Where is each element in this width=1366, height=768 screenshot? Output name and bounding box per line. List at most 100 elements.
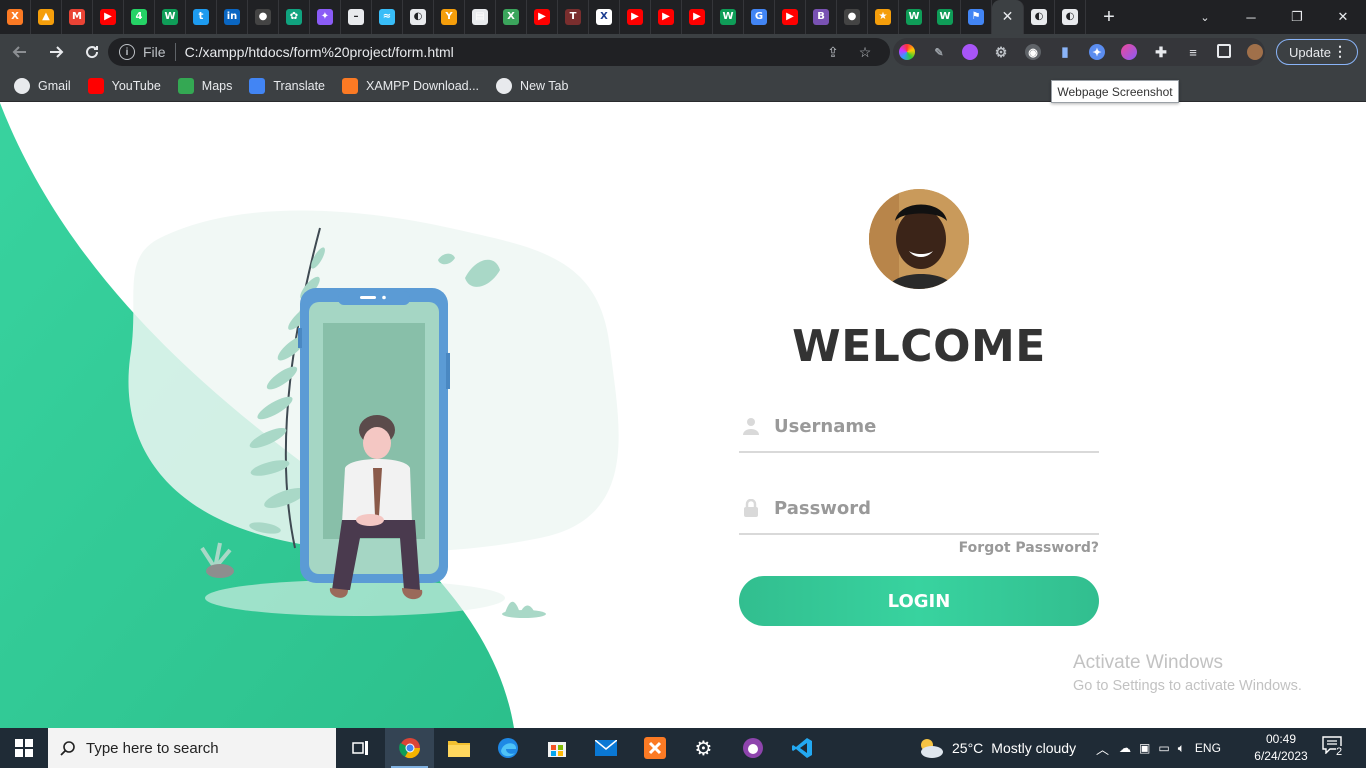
browser-tab[interactable]: X [589,0,620,34]
tab-search-chevron-icon[interactable]: ⌄ [1192,0,1218,34]
browser-tab[interactable]: 4 [124,0,155,34]
browser-tab[interactable]: ≈ [372,0,403,34]
whatsapp-icon: 4 [131,9,147,25]
webpage-screenshot-ext-icon[interactable]: ◉ [1025,44,1041,60]
shape-ext-icon[interactable] [962,44,978,60]
settings-gear-icon[interactable]: ⚙ [679,728,728,768]
browser-tab[interactable]: ★ [868,0,899,34]
browser-tab[interactable]: W [713,0,744,34]
onedrive-cloud-icon[interactable]: ☁ [1119,741,1131,755]
pen-ext-icon[interactable]: ✎ [931,44,947,60]
browser-tab[interactable]: t [186,0,217,34]
share-icon[interactable]: ⇪ [825,44,841,60]
file-explorer-icon[interactable] [434,728,483,768]
new-tab-button[interactable]: + [1092,0,1126,34]
search-icon [60,741,75,756]
browser-tab[interactable]: ✿ [279,0,310,34]
browser-tab[interactable]: ● [837,0,868,34]
side-panel-icon[interactable] [1217,44,1231,58]
notifications-icon[interactable]: 2 [1322,736,1346,760]
back-button[interactable] [4,36,36,68]
forward-button[interactable] [40,36,72,68]
taskbar-search[interactable]: Type here to search [48,728,336,768]
forgot-password-link[interactable]: Forgot Password? [959,540,1099,556]
address-bar[interactable]: i File C:/xampp/htdocs/form%20project/fo… [108,38,890,66]
profile-avatar[interactable] [1247,44,1263,60]
address-url[interactable]: C:/xampp/htdocs/form%20project/form.html [185,44,454,60]
clock[interactable]: 00:49 6/24/2023 [1252,731,1310,765]
browser-tab[interactable]: ◐ [1024,0,1055,34]
browser-tab[interactable]: ● [248,0,279,34]
browser-tab[interactable]: Y [434,0,465,34]
browser-tab[interactable]: – [341,0,372,34]
mail-icon[interactable] [581,728,630,768]
bookmark-item[interactable]: Translate [249,77,325,94]
browser-tab[interactable]: ⚑ [961,0,992,34]
browser-tab[interactable]: ✦ [310,0,341,34]
password-input[interactable] [774,493,1094,523]
browser-tab[interactable]: T [558,0,589,34]
network-icon[interactable]: ▣ [1139,741,1150,755]
microsoft-store-icon[interactable] [532,728,581,768]
search-placeholder: Type here to search [86,739,219,757]
close-window-button[interactable]: ✕ [1320,0,1366,34]
document-ext-icon[interactable]: ▮ [1057,44,1073,60]
topten-icon: T [565,9,581,25]
chevron-up-icon[interactable]: ︿ [1096,739,1109,758]
edge-icon[interactable] [483,728,532,768]
browser-tab[interactable]: ✕ [992,0,1024,34]
vscode-icon[interactable] [777,728,826,768]
battery-icon[interactable]: ▭ [1158,741,1169,755]
browser-tab[interactable]: X [0,0,31,34]
username-input[interactable] [774,411,1094,441]
browser-tab[interactable]: B [806,0,837,34]
browser-tab[interactable]: X [496,0,527,34]
globe-ext-icon[interactable]: ✦ [1089,44,1105,60]
speaker-icon[interactable]: 🔈︎ [1178,741,1185,756]
login-button[interactable]: LOGIN [739,576,1099,626]
browser-tab[interactable]: ◐ [403,0,434,34]
browser-tab[interactable]: ▶ [620,0,651,34]
browser-tab[interactable]: ▤ [465,0,496,34]
task-view-icon[interactable] [336,728,385,768]
browser-tab[interactable]: ▶ [775,0,806,34]
minimize-button[interactable]: ─ [1228,0,1274,34]
browser-tab[interactable]: ▶ [682,0,713,34]
update-button[interactable]: Update ⋮ [1276,39,1358,65]
weather-widget[interactable]: 25°C Mostly cloudy [916,728,1076,768]
browser-tab[interactable]: in [217,0,248,34]
bookmark-item[interactable]: YouTube [87,77,161,94]
bookmark-item[interactable]: Maps [177,77,232,94]
bookmark-item[interactable]: XAMPP Download... [342,77,479,94]
start-button[interactable] [0,728,48,768]
color-picker-ext-icon[interactable] [899,44,915,60]
reload-button[interactable] [76,36,108,68]
youtube-icon: ▶ [100,9,116,25]
browser-tab[interactable]: ▲ [31,0,62,34]
star-icon: ★ [875,9,891,25]
xampp-taskbar-icon[interactable] [630,728,679,768]
menu-dots-icon[interactable]: ⋮ [1333,43,1347,60]
github-desktop-icon[interactable] [728,728,777,768]
globe-icon [14,77,30,94]
gear-ext-icon[interactable]: ⚙ [993,44,1009,60]
browser-tab[interactable]: G [744,0,775,34]
browser-tab[interactable]: W [155,0,186,34]
chrome-taskbar-icon[interactable] [385,728,434,768]
bookmark-item[interactable]: New Tab [496,77,568,94]
reading-list-icon[interactable]: ≡ [1185,44,1201,60]
language-indicator[interactable]: ENG [1195,741,1221,755]
bookmark-star-icon[interactable]: ☆ [857,44,873,60]
bookmark-item[interactable]: Gmail [14,77,71,94]
browser-tab[interactable]: W [899,0,930,34]
browser-tab[interactable]: ▶ [527,0,558,34]
browser-tab[interactable]: ▶ [93,0,124,34]
browser-tab[interactable]: ◐ [1055,0,1086,34]
restore-button[interactable]: ❐ [1274,0,1320,34]
browser-tab[interactable]: W [930,0,961,34]
browser-tab[interactable]: ▶ [651,0,682,34]
site-info-icon[interactable]: i [119,44,135,60]
browser-tab[interactable]: M [62,0,93,34]
extensions-puzzle-icon[interactable]: ✚ [1153,44,1169,60]
brain-ext-icon[interactable] [1121,44,1137,60]
